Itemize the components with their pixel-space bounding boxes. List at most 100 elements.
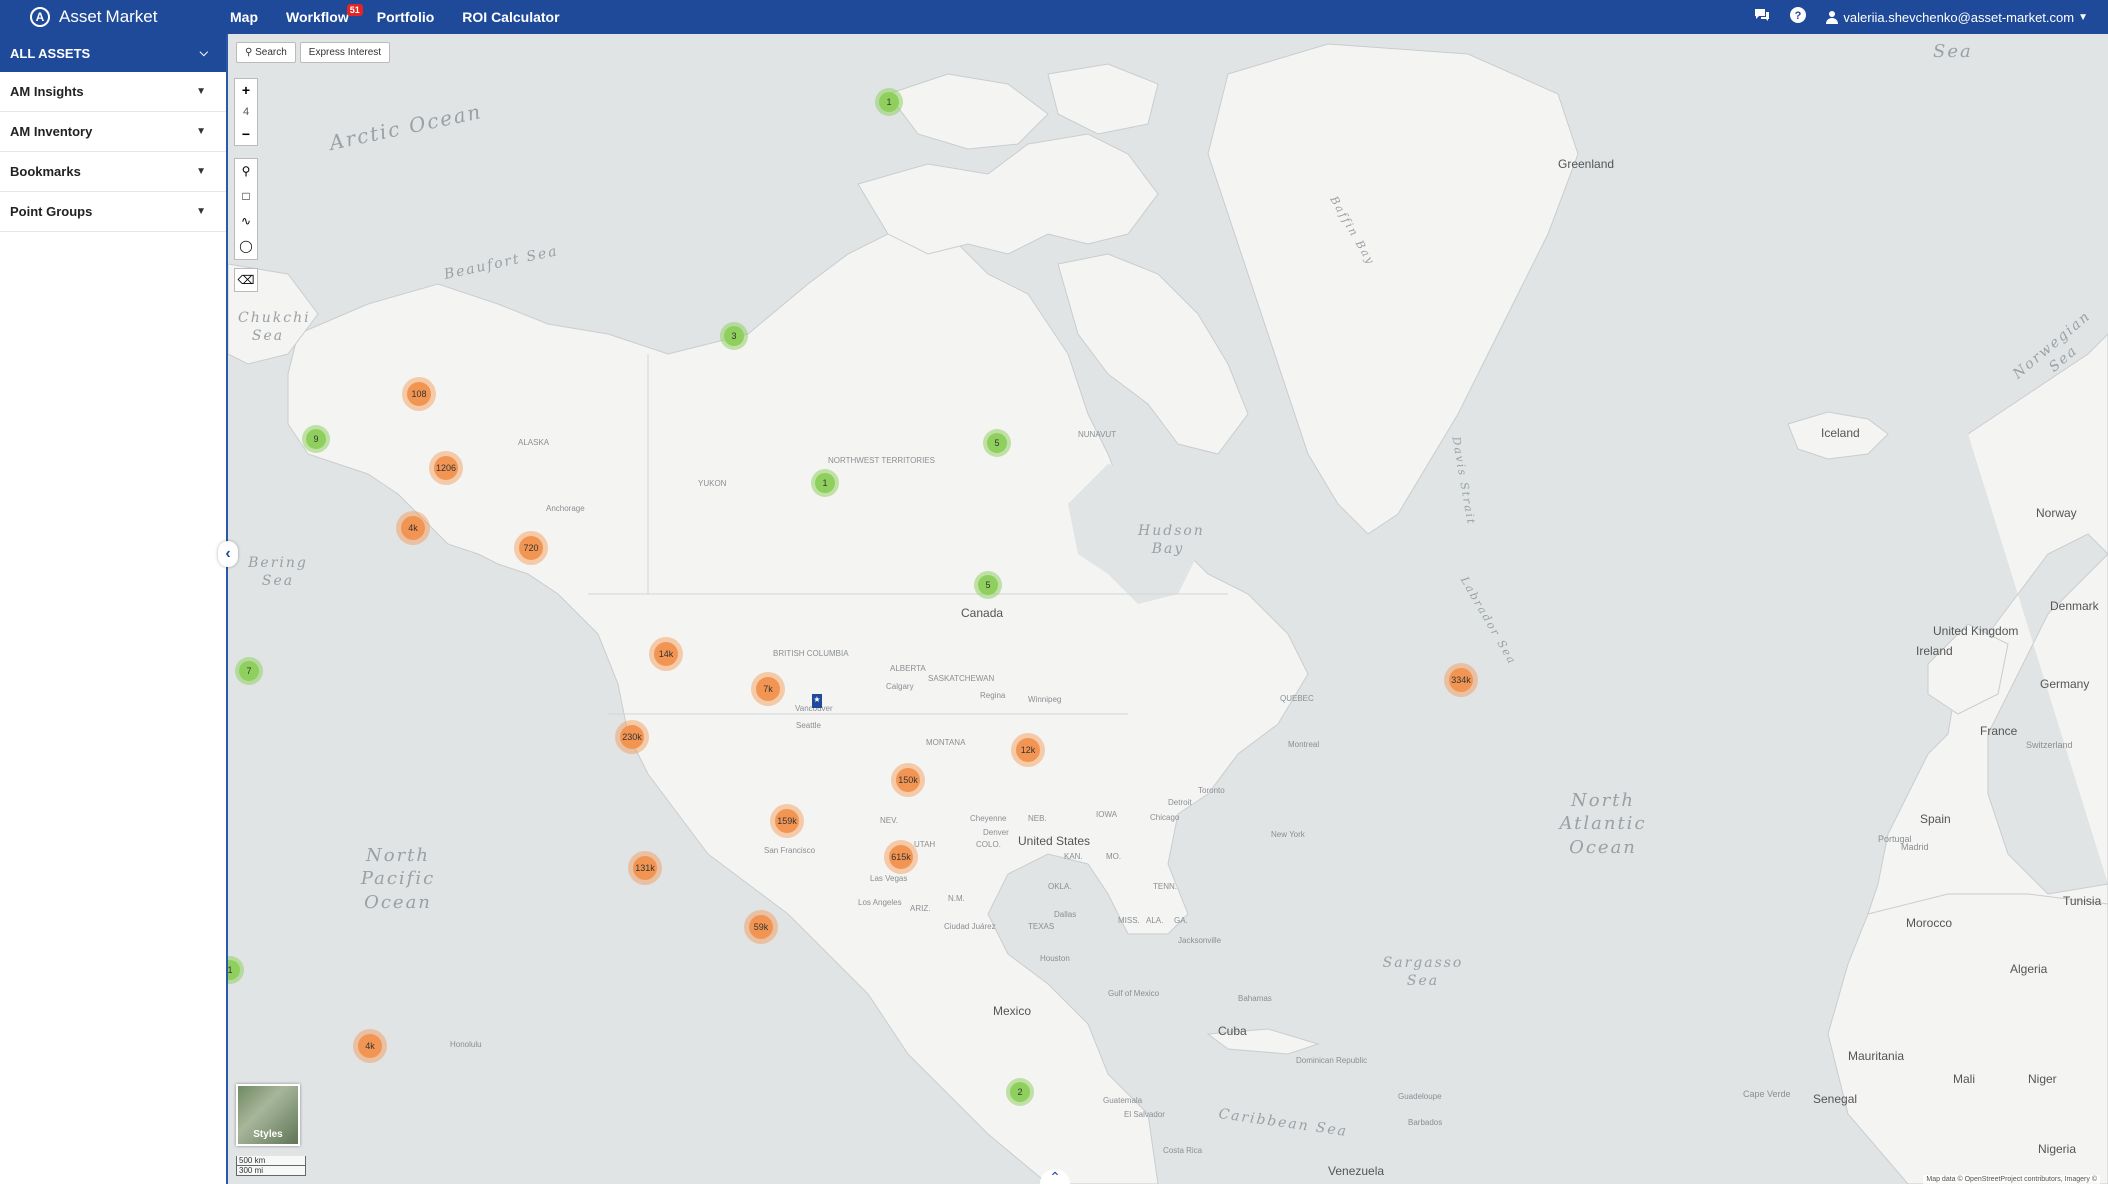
map-cluster[interactable]: 7k bbox=[751, 672, 785, 706]
cluster-count: 1 bbox=[879, 92, 899, 112]
label-british-columbia: BRITISH COLUMBIA bbox=[773, 649, 849, 658]
map-cluster[interactable]: 720 bbox=[514, 531, 548, 565]
cluster-count: 5 bbox=[978, 575, 998, 595]
circle-icon[interactable]: ◯ bbox=[235, 234, 257, 259]
map-cluster[interactable]: 1 bbox=[811, 469, 839, 497]
label-ireland: Ireland bbox=[1916, 644, 1953, 658]
map-cluster[interactable]: 2 bbox=[1006, 1078, 1034, 1106]
label-utah: UTAH bbox=[914, 840, 936, 849]
app-logo[interactable]: A Asset Market bbox=[30, 7, 230, 27]
app-name-second: Market bbox=[105, 7, 158, 26]
map-cluster[interactable]: 159k bbox=[770, 804, 804, 838]
label-spain: Spain bbox=[1920, 812, 1951, 826]
map-cluster[interactable]: 108 bbox=[402, 377, 436, 411]
label-algeria: Algeria bbox=[2010, 962, 2048, 976]
polygon-icon[interactable]: □ bbox=[235, 184, 257, 209]
chevron-down-icon: ▼ bbox=[2078, 11, 2088, 23]
map-cluster[interactable]: 1 bbox=[875, 88, 903, 116]
cluster-count: 131k bbox=[633, 856, 657, 880]
map-styles-button[interactable]: Styles bbox=[236, 1084, 300, 1146]
map-cluster[interactable]: 14k bbox=[649, 637, 683, 671]
sidebar: ALL ASSETS ⌵ AM Insights ▼ AM Inventory … bbox=[0, 34, 228, 1184]
sidebar-item-bookmarks[interactable]: Bookmarks ▼ bbox=[0, 152, 226, 192]
bookmark-pin-icon[interactable]: ★ bbox=[812, 694, 822, 708]
user-menu[interactable]: valeriia.shevchenko@asset-market.com ▼ bbox=[1825, 10, 2088, 25]
label-mississippi: MISS. bbox=[1118, 916, 1140, 925]
cluster-count: 7k bbox=[756, 677, 780, 701]
marker-icon[interactable]: ⚲ bbox=[235, 159, 257, 184]
cluster-count: 150k bbox=[896, 768, 920, 792]
collapse-sidebar-button[interactable]: ‹ bbox=[218, 541, 238, 567]
map-cluster[interactable]: 131k bbox=[628, 851, 662, 885]
map-cluster[interactable]: 12k bbox=[1011, 733, 1045, 767]
workflow-count-badge: 51 bbox=[346, 4, 363, 16]
help-icon[interactable]: ? bbox=[1789, 6, 1807, 29]
cluster-count: 4k bbox=[401, 516, 425, 540]
nav-workflow[interactable]: Workflow 51 bbox=[286, 4, 363, 25]
express-interest-button[interactable]: Express Interest bbox=[299, 42, 391, 63]
label-nevada: NEV. bbox=[880, 816, 898, 825]
cluster-count: 14k bbox=[654, 642, 678, 666]
map-cluster[interactable]: 9 bbox=[302, 425, 330, 453]
label-north-pacific-ocean: North Pacific Ocean bbox=[360, 845, 436, 913]
label-cape-verde: Cape Verde bbox=[1743, 1089, 1791, 1099]
styles-label: Styles bbox=[253, 1129, 283, 1140]
sidebar-item-am-insights[interactable]: AM Insights ▼ bbox=[0, 72, 226, 112]
user-email: valeriia.shevchenko@asset-market.com bbox=[1843, 9, 2075, 25]
zoom-out-button[interactable]: − bbox=[235, 123, 257, 145]
map-cluster[interactable]: 1206 bbox=[429, 451, 463, 485]
label-united-kingdom: United Kingdom bbox=[1933, 624, 2019, 638]
label-colorado: COLO. bbox=[976, 840, 1001, 849]
search-button[interactable]: ⚲ Search bbox=[236, 42, 296, 63]
zoom-in-button[interactable]: + bbox=[235, 79, 257, 101]
all-assets-dropdown[interactable]: ALL ASSETS ⌵ bbox=[0, 34, 226, 72]
nav-roi-calculator[interactable]: ROI Calculator bbox=[462, 9, 559, 25]
label-iceland: Iceland bbox=[1821, 426, 1860, 440]
map-cluster[interactable]: 230k bbox=[615, 720, 649, 754]
label-houston: Houston bbox=[1040, 954, 1070, 963]
map-cluster[interactable]: 3 bbox=[720, 322, 748, 350]
label-venezuela: Venezuela bbox=[1328, 1164, 1385, 1178]
label-guatemala: Guatemala bbox=[1103, 1096, 1143, 1105]
map-cluster[interactable]: 59k bbox=[744, 910, 778, 944]
label-montreal: Montreal bbox=[1288, 740, 1320, 749]
label-kansas: KAN. bbox=[1064, 852, 1083, 861]
label-morocco: Morocco bbox=[1906, 916, 1953, 930]
top-navigation-bar: A Asset Market Map Workflow 51 Portfolio… bbox=[0, 0, 2108, 34]
map-cluster[interactable]: 615k bbox=[884, 840, 918, 874]
map-canvas[interactable]: Arctic Ocean Beaufort Sea Chukchi Sea Be… bbox=[228, 34, 2108, 1184]
label-sea-top: Sea bbox=[1933, 41, 1973, 62]
caret-down-icon: ▼ bbox=[196, 86, 206, 97]
label-detroit: Detroit bbox=[1168, 798, 1192, 807]
svg-text:?: ? bbox=[1795, 10, 1802, 22]
map-cluster[interactable]: 4k bbox=[396, 511, 430, 545]
map-cluster[interactable]: 7 bbox=[235, 657, 263, 685]
eraser-icon[interactable]: ⌫ bbox=[234, 268, 258, 292]
map-cluster[interactable]: 5 bbox=[983, 429, 1011, 457]
nav-map[interactable]: Map bbox=[230, 9, 258, 25]
label-costa-rica: Costa Rica bbox=[1163, 1146, 1203, 1155]
map-basemap bbox=[228, 34, 2108, 1184]
label-north-atlantic-ocean: North Atlantic Ocean bbox=[1559, 790, 1647, 858]
label-germany: Germany bbox=[2040, 677, 2090, 691]
label-alabama: ALA. bbox=[1146, 916, 1164, 925]
label-denmark: Denmark bbox=[2050, 599, 2099, 613]
sidebar-item-point-groups[interactable]: Point Groups ▼ bbox=[0, 192, 226, 232]
chevron-left-icon: ‹ bbox=[225, 545, 231, 562]
nav-portfolio[interactable]: Portfolio bbox=[377, 9, 435, 25]
map-cluster[interactable]: 5 bbox=[974, 571, 1002, 599]
label-nebraska: NEB. bbox=[1028, 814, 1047, 823]
map-cluster[interactable]: 4k bbox=[353, 1029, 387, 1063]
sidebar-item-am-inventory[interactable]: AM Inventory ▼ bbox=[0, 112, 226, 152]
map-cluster[interactable]: 150k bbox=[891, 763, 925, 797]
cluster-count: 12k bbox=[1016, 738, 1040, 762]
main-nav: Map Workflow 51 Portfolio ROI Calculator bbox=[230, 4, 588, 25]
map-cluster[interactable]: 334k bbox=[1444, 663, 1478, 697]
label-las-vegas: Las Vegas bbox=[870, 874, 908, 883]
label-mali: Mali bbox=[1953, 1072, 1976, 1086]
cluster-count: 5 bbox=[987, 433, 1007, 453]
label-mauritania: Mauritania bbox=[1848, 1049, 1905, 1063]
polyline-icon[interactable]: ∿ bbox=[235, 209, 257, 234]
chat-icon[interactable] bbox=[1753, 7, 1771, 28]
label-switzerland: Switzerland bbox=[2026, 740, 2073, 750]
